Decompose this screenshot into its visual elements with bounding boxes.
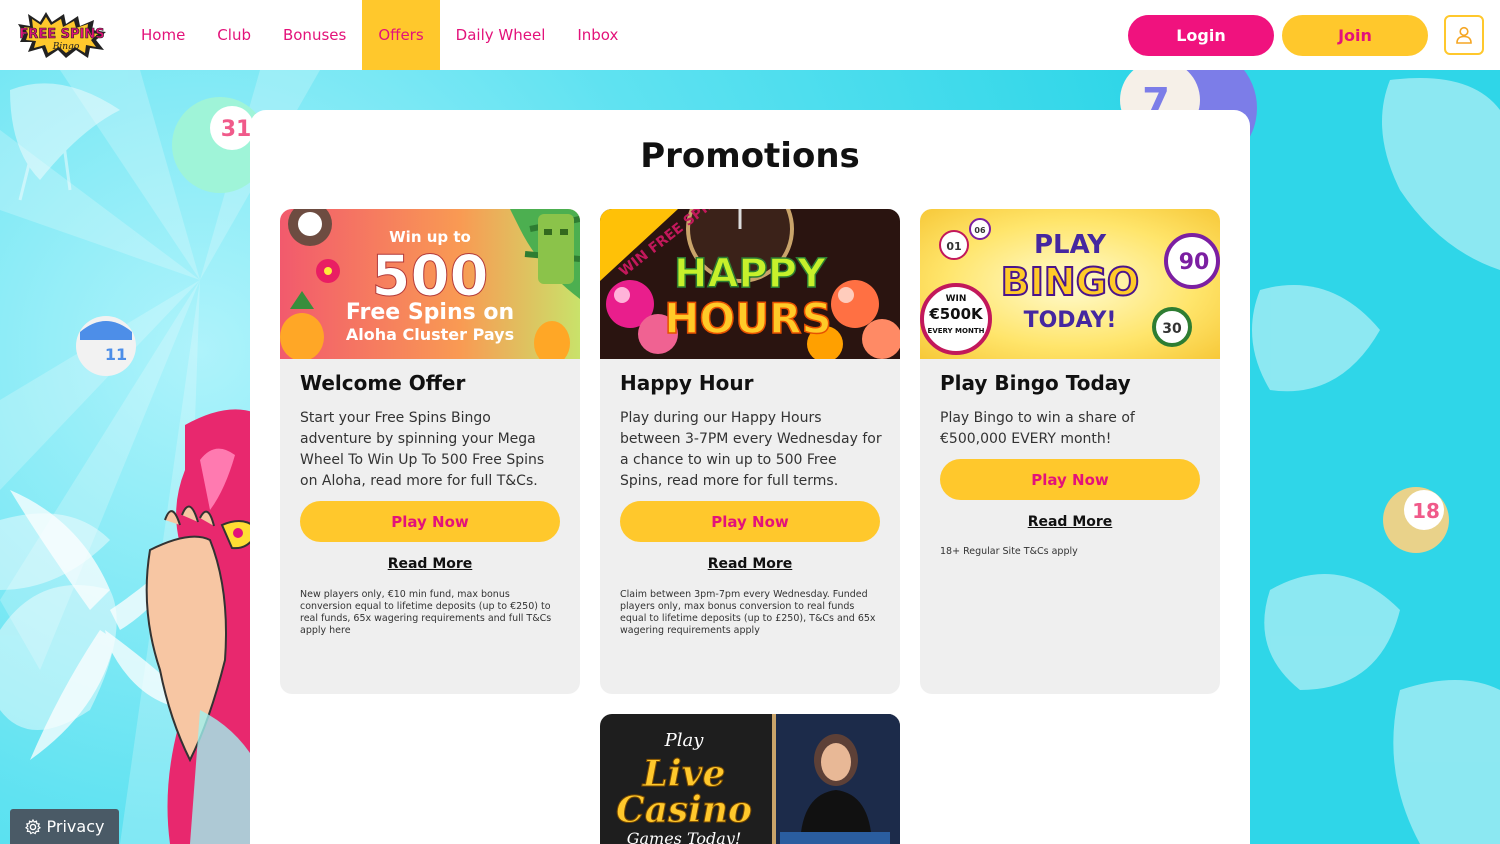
- promo-title: Welcome Offer: [300, 371, 466, 395]
- svg-text:EVERY MONTH: EVERY MONTH: [928, 327, 985, 335]
- play-now-button[interactable]: Play Now: [620, 501, 880, 542]
- site-header: FREE SPINS Bingo Home Club Bonuses Offer…: [0, 0, 1500, 70]
- promo-description: Start your Free Spins Bingo adventure by…: [300, 410, 545, 489]
- nav-home[interactable]: Home: [125, 0, 201, 70]
- nav-club[interactable]: Club: [201, 0, 267, 70]
- svg-text:WIN: WIN: [946, 294, 967, 304]
- promo-title: Happy Hour: [620, 371, 754, 395]
- svg-text:Games Today!: Games Today!: [627, 829, 742, 844]
- promo-description: Play during our Happy Hours between 3-7P…: [620, 410, 882, 489]
- svg-text:PLAY: PLAY: [1034, 230, 1107, 260]
- nav-bonuses[interactable]: Bonuses: [267, 0, 362, 70]
- promo-card-happy-hour: WIN FREE SPINS! HAPPY HOURS Happy Hour P…: [600, 209, 900, 694]
- svg-text:HOURS: HOURS: [664, 294, 832, 343]
- bingo-ball-18: 18: [1383, 487, 1449, 553]
- site-logo[interactable]: FREE SPINS Bingo: [16, 10, 108, 60]
- main-nav: Home Club Bonuses Offers Daily Wheel Inb…: [125, 0, 634, 70]
- leaf-right: [1252, 78, 1500, 844]
- promo-image-happy-hours[interactable]: WIN FREE SPINS! HAPPY HOURS: [600, 209, 900, 359]
- page-title: Promotions: [640, 136, 860, 176]
- promo-card-welcome: Win up to 500 Free Spins on Aloha Cluste…: [280, 209, 580, 694]
- promo-image-live-casino[interactable]: Play Live Casino Games Today!: [600, 714, 900, 844]
- svg-text:BINGO: BINGO: [1001, 260, 1139, 304]
- read-more-link[interactable]: Read More: [920, 514, 1220, 530]
- play-now-button[interactable]: Play Now: [940, 459, 1200, 500]
- promo-image-play-bingo[interactable]: 01 06 WIN €500K EVERY MONTH 90 30 PLAY B…: [920, 209, 1220, 359]
- svg-text:31: 31: [221, 117, 252, 142]
- svg-text:Bingo: Bingo: [52, 42, 80, 52]
- logo-text: FREE SPINS: [19, 27, 104, 42]
- svg-text:90: 90: [1179, 250, 1210, 275]
- promo-title: Play Bingo Today: [940, 371, 1131, 395]
- svg-text:Aloha Cluster Pays: Aloha Cluster Pays: [346, 325, 514, 344]
- privacy-label: Privacy: [46, 817, 105, 836]
- join-button[interactable]: Join: [1282, 15, 1428, 56]
- svg-text:18: 18: [1412, 499, 1440, 523]
- svg-text:TODAY!: TODAY!: [1024, 308, 1117, 333]
- svg-text:06: 06: [974, 226, 986, 235]
- svg-text:11: 11: [105, 345, 127, 364]
- svg-text:30: 30: [1162, 321, 1182, 337]
- bingo-ball-11: 11: [76, 316, 136, 376]
- svg-text:Casino: Casino: [616, 789, 752, 831]
- promo-card-live-casino: Play Live Casino Games Today!: [600, 714, 900, 844]
- play-now-button[interactable]: Play Now: [300, 501, 560, 542]
- svg-text:HAPPY: HAPPY: [674, 251, 827, 297]
- gear-icon: [24, 818, 41, 834]
- promo-terms: 18+ Regular Site T&Cs apply: [940, 546, 1078, 557]
- svg-text:Free Spins on: Free Spins on: [346, 300, 514, 325]
- nav-inbox[interactable]: Inbox: [561, 0, 634, 70]
- account-button[interactable]: [1444, 15, 1484, 55]
- svg-text:€500K: €500K: [928, 305, 984, 323]
- promo-terms: New players only, €10 min fund, max bonu…: [300, 589, 552, 636]
- user-icon: [1456, 26, 1472, 44]
- read-more-link[interactable]: Read More: [600, 556, 900, 572]
- svg-text:Play: Play: [664, 730, 705, 751]
- privacy-button[interactable]: Privacy: [10, 809, 119, 844]
- promo-terms: Claim between 3pm-7pm every Wednesday. F…: [620, 589, 876, 636]
- promo-description: Play Bingo to win a share of €500,000 EV…: [940, 410, 1135, 447]
- read-more-link[interactable]: Read More: [280, 556, 580, 572]
- promo-image-aloha[interactable]: Win up to 500 Free Spins on Aloha Cluste…: [280, 209, 580, 359]
- svg-text:01: 01: [946, 240, 961, 253]
- promo-card-play-bingo: 01 06 WIN €500K EVERY MONTH 90 30 PLAY B…: [920, 209, 1220, 694]
- nav-daily-wheel[interactable]: Daily Wheel: [440, 0, 562, 70]
- nav-offers[interactable]: Offers: [362, 0, 440, 70]
- login-button[interactable]: Login: [1128, 15, 1274, 56]
